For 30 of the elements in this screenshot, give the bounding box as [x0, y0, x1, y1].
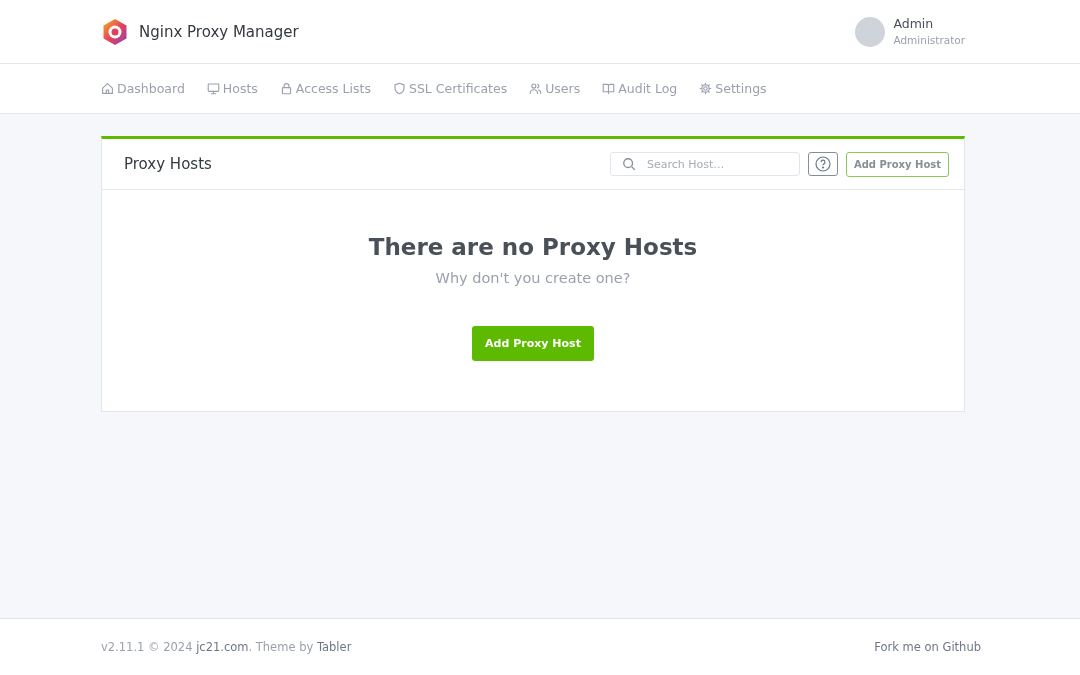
nav-link[interactable]: Dashboard	[101, 81, 185, 96]
book-icon	[602, 82, 616, 95]
nav-link[interactable]: Audit Log	[602, 81, 678, 96]
nav-link[interactable]: Users	[529, 81, 581, 96]
search-field[interactable]: Search Host…	[609, 152, 800, 176]
empty-state-heading: There are no Proxy Hosts	[368, 234, 698, 260]
users-icon	[529, 82, 543, 95]
nav-link[interactable]: Access Lists	[279, 81, 371, 96]
home-icon	[101, 82, 114, 95]
gear-icon	[699, 82, 713, 95]
nav-link[interactable]: Settings	[699, 81, 767, 96]
add-proxy-host-button[interactable]: Add Proxy Host	[845, 151, 949, 177]
empty-state-subtitle: Why don't you create one?	[435, 270, 631, 286]
nav-link[interactable]: SSL Certificates	[392, 81, 508, 96]
help-button[interactable]	[807, 152, 838, 176]
footer-text: v2.11.1 © 2024 jc21.com. Theme by Tabler	[101, 640, 352, 654]
nav-link[interactable]: Hosts	[206, 81, 258, 96]
github-link[interactable]: Fork me on Github	[874, 640, 981, 654]
user-name: Admin	[893, 15, 935, 32]
shield-icon	[392, 82, 406, 95]
jc21-link[interactable]: jc21.com	[196, 640, 249, 654]
app-title[interactable]: Nginx Proxy Manager	[139, 22, 299, 41]
lock-icon	[279, 82, 293, 95]
hexagon-logo-icon	[101, 17, 129, 46]
question-icon	[814, 156, 831, 172]
user-role: Administrator	[893, 32, 965, 48]
add-proxy-host-button[interactable]: Add Proxy Host	[472, 326, 594, 361]
card-title: Proxy Hosts	[124, 155, 212, 173]
tabler-link[interactable]: Tabler	[316, 640, 352, 654]
monitor-icon	[206, 82, 220, 95]
